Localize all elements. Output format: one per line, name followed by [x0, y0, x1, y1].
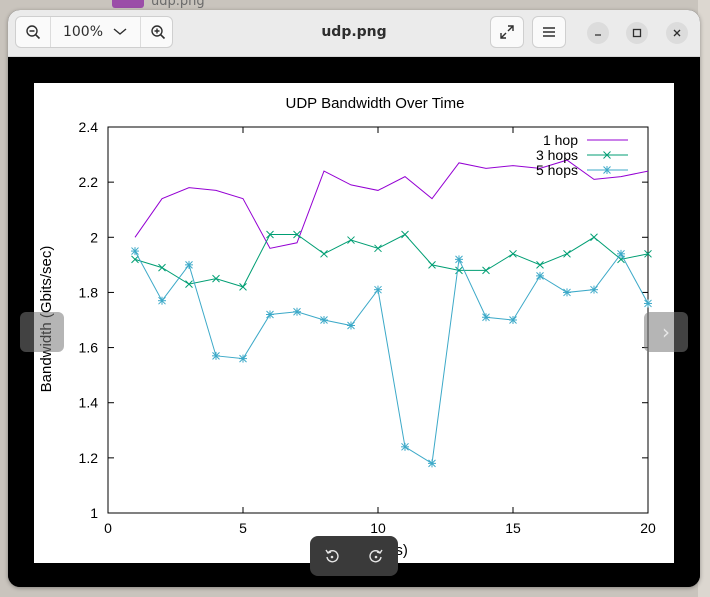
series-3-point: [158, 296, 166, 305]
series-2-point: [563, 249, 571, 258]
series-2-point: [590, 233, 598, 242]
series-2-point: [536, 261, 544, 269]
legend-label: 3 hops: [536, 147, 578, 163]
y-tick-label: 1: [90, 505, 98, 521]
series-3-point: [428, 459, 436, 468]
series-3-point: [185, 260, 193, 269]
y-tick-label: 2: [90, 229, 98, 245]
rotate-left-icon: [325, 549, 339, 563]
x-tick-label: 5: [239, 520, 247, 536]
image-canvas-area: UDP Bandwidth Over Time Bandwidth (Gbits…: [8, 57, 700, 587]
series-2-point: [509, 249, 517, 258]
series-3-point: [266, 310, 274, 319]
fullscreen-icon: [500, 25, 514, 39]
series-3-line: [134, 250, 649, 465]
y-tick-label: 1.4: [79, 395, 99, 411]
series-3-point: [320, 316, 328, 324]
minimize-icon: [595, 34, 601, 36]
close-icon: [673, 29, 681, 37]
series-3-point: [374, 285, 382, 294]
series-3-point: [563, 288, 571, 297]
series-3-point: [455, 255, 463, 264]
series-2-point: [320, 249, 328, 258]
series-3-point: [131, 247, 139, 256]
x-tick-label: 0: [104, 520, 112, 536]
series-2-point: [401, 230, 409, 239]
series-3-point: [239, 354, 247, 363]
legend-label: 1 hop: [543, 132, 578, 148]
series-3-point: [536, 271, 544, 280]
hamburger-menu-icon: [543, 27, 555, 37]
background-thumbnail: [112, 0, 144, 8]
series-2-point: [239, 283, 247, 291]
displayed-image: UDP Bandwidth Over Time Bandwidth (Gbits…: [34, 83, 674, 563]
y-tick-label: 1.6: [79, 340, 99, 356]
chart-title: UDP Bandwidth Over Time: [286, 95, 465, 112]
close-button[interactable]: [666, 22, 688, 44]
plot-frame: [107, 126, 649, 514]
series-3-point: [509, 316, 517, 324]
series-3-point: [644, 299, 652, 308]
x-tick-label: 15: [505, 520, 521, 536]
header-bar: 100% udp.png: [8, 10, 700, 57]
previous-image-button[interactable]: [20, 312, 64, 352]
y-tick-label: 2.2: [79, 174, 99, 190]
main-menu-button[interactable]: [532, 16, 566, 48]
series-3-point: [212, 351, 220, 360]
rotate-right-icon: [369, 549, 383, 563]
background-filename: udp.png: [151, 0, 205, 9]
y-tick-label: 2.4: [79, 119, 99, 135]
x-tick-label: 10: [370, 520, 386, 536]
series-3-point: [347, 321, 355, 330]
maximize-button[interactable]: [626, 22, 648, 44]
legend-label: 5 hops: [536, 162, 578, 178]
chevron-right-icon: ›: [662, 320, 670, 344]
bandwidth-chart: UDP Bandwidth Over Time Bandwidth (Gbits…: [38, 95, 656, 559]
y-tick-label: 1.2: [79, 450, 99, 466]
series-3-point: [293, 307, 301, 316]
series-2-point: [131, 255, 139, 264]
series-3-point: [401, 442, 409, 451]
series-2-point: [158, 263, 166, 272]
y-tick-label: 1.8: [79, 284, 99, 300]
rotate-right-button[interactable]: [354, 536, 398, 576]
series-3-point: [482, 313, 490, 322]
series-2-point: [347, 236, 355, 244]
series-2-line: [134, 233, 649, 288]
fullscreen-button[interactable]: [490, 16, 524, 48]
series-2-point: [374, 244, 382, 253]
x-tick-label: 20: [640, 520, 656, 536]
series-3-point: [590, 285, 598, 294]
rotate-controls: [310, 536, 398, 576]
image-viewer-window: 100% udp.png UDP Bandwidth Over Time 1 1…: [8, 10, 700, 587]
maximize-icon: [632, 28, 642, 38]
series-3-point: [617, 249, 625, 258]
minimize-button[interactable]: [587, 22, 609, 44]
rotate-left-button[interactable]: [310, 536, 354, 576]
legend-marker: [603, 166, 611, 174]
next-image-button[interactable]: ›: [644, 312, 688, 352]
